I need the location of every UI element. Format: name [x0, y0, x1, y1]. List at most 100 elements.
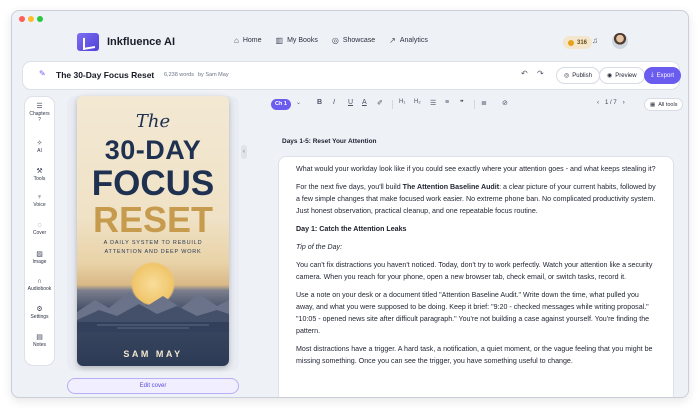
- italic-icon[interactable]: I: [333, 99, 335, 106]
- sidebar-item-label: Cover: [32, 230, 47, 236]
- heading1-icon[interactable]: H₁: [399, 99, 405, 105]
- bullet-list-icon[interactable]: ☰: [430, 99, 436, 107]
- nav-analytics[interactable]: ↗ Analytics: [389, 36, 428, 45]
- pencil-icon[interactable]: ✎: [39, 69, 46, 78]
- underline-icon[interactable]: U: [348, 99, 353, 106]
- nav-analytics-label: Analytics: [399, 37, 428, 44]
- help-icon[interactable]: ?: [25, 117, 54, 123]
- grid-icon: ▦: [650, 101, 656, 108]
- credits-badge[interactable]: 316: [563, 36, 593, 49]
- sidebar-item-label: Image: [32, 259, 47, 265]
- globe-icon: ◎: [331, 36, 339, 45]
- palette-icon: ◌: [37, 222, 42, 229]
- sidebar-item-settings[interactable]: ⚙ Settings: [25, 305, 54, 320]
- sidebar-item-voice[interactable]: ♆ Voice: [25, 194, 54, 208]
- nav-showcase-label: Showcase: [342, 37, 376, 44]
- chapter-selector[interactable]: Ch 1: [271, 99, 291, 110]
- sidebar-item-label: Voice: [33, 202, 46, 208]
- cover-title-the: The: [135, 111, 171, 132]
- quote-icon[interactable]: ❞: [460, 99, 464, 107]
- paragraph-text: For the next five days, you'll build: [296, 183, 403, 191]
- publish-label: Publish: [572, 72, 592, 79]
- edit-cover-button[interactable]: Edit cover: [67, 378, 239, 394]
- book-title[interactable]: The 30-Day Focus Reset: [56, 70, 154, 80]
- word-count: 6,238 words: [164, 72, 194, 78]
- tip-label[interactable]: Tip of the Day:: [296, 241, 658, 253]
- paragraph[interactable]: You can't fix distractions you haven't n…: [296, 259, 658, 283]
- day-heading[interactable]: Day 1: Catch the Attention Leaks: [296, 223, 658, 235]
- cover-mountains: [77, 292, 229, 332]
- preview-button[interactable]: ◉ Preview: [599, 67, 645, 84]
- book-logo-icon: [77, 33, 99, 51]
- minimize-window-button[interactable]: [28, 16, 34, 22]
- note-icon: ▤: [36, 334, 43, 341]
- numbered-list-icon[interactable]: ≡: [445, 99, 449, 106]
- brand[interactable]: Inkfluence AI: [77, 33, 175, 51]
- collapse-panel-handle[interactable]: ‹: [241, 145, 247, 159]
- nav-links: ⌂ Home ▥ My Books ◎ Showcase ↗ Analytics: [234, 36, 428, 45]
- maximize-window-button[interactable]: [37, 16, 43, 22]
- document-page[interactable]: What would your workday look like if you…: [278, 156, 674, 397]
- undo-icon[interactable]: ↶: [521, 69, 528, 78]
- nav-showcase[interactable]: ◎ Showcase: [332, 36, 375, 45]
- cover-title-30-day: 30-DAY: [104, 135, 202, 165]
- title-bar: [12, 11, 688, 25]
- sidebar-item-image[interactable]: ▨ Image: [25, 250, 54, 265]
- align-icon[interactable]: ≣: [481, 99, 487, 107]
- document-content: What would your workday look like if you…: [296, 163, 658, 373]
- sidebar-item-cover[interactable]: ◌ Cover: [25, 222, 54, 236]
- nav-my-books[interactable]: ▥ My Books: [276, 36, 318, 45]
- redo-icon[interactable]: ↷: [537, 69, 544, 78]
- export-label: Export: [656, 72, 674, 79]
- sidebar-item-label: Notes: [32, 342, 47, 348]
- app-window: Inkfluence AI ⌂ Home ▥ My Books ◎ Showca…: [11, 10, 689, 398]
- nav-home-label: Home: [242, 37, 262, 44]
- highlight-icon[interactable]: ✐: [377, 99, 383, 107]
- sidebar-item-notes[interactable]: ▤ Notes: [25, 333, 54, 348]
- previous-page-icon[interactable]: ‹: [597, 100, 599, 106]
- paragraph[interactable]: What would your workday look like if you…: [296, 163, 658, 175]
- publish-button[interactable]: ◎ Publish: [556, 67, 600, 84]
- eye-icon: ◉: [607, 73, 613, 79]
- paragraph[interactable]: For the next five days, you'll build The…: [296, 181, 658, 217]
- next-page-icon[interactable]: ›: [623, 100, 625, 106]
- tool-sidebar: ☰ Chapters ? ✧ AI ⚒ Tools ♆ Voice ◌ Cove…: [24, 96, 55, 366]
- download-icon: ⤓: [651, 72, 654, 78]
- cover-panel: The 30-DAY FOCUS RESET A DAILY SYSTEM TO…: [67, 96, 239, 371]
- gear-icon: ⚙: [36, 306, 43, 313]
- all-tools-button[interactable]: ▦ All tools: [644, 98, 684, 111]
- close-window-button[interactable]: [19, 16, 25, 22]
- nav-home[interactable]: ⌂ Home: [234, 36, 262, 45]
- editor-toolbar: Ch 1 ⌄ B I U A ✐ H₁ H₂ ☰ ≡ ❞ ≣ ⊘ ‹ 1 / 7…: [262, 96, 688, 114]
- preview-label: Preview: [615, 72, 637, 79]
- text-color-icon[interactable]: A: [362, 99, 367, 106]
- export-button[interactable]: ⤓ Export: [644, 67, 681, 84]
- page-navigator: ‹ 1 / 7 ›: [597, 100, 625, 106]
- avatar[interactable]: [612, 33, 628, 49]
- sidebar-item-label: AI: [37, 148, 42, 154]
- cover-author: SAM MAY: [123, 349, 183, 359]
- paragraph[interactable]: Most distractions have a trigger. A hard…: [296, 343, 658, 367]
- book-cover[interactable]: The 30-DAY FOCUS RESET A DAILY SYSTEM TO…: [77, 96, 229, 366]
- toolbar-divider: [474, 100, 475, 109]
- sidebar-item-ai[interactable]: ✧ AI: [25, 139, 54, 154]
- link-icon[interactable]: ⊘: [502, 99, 508, 107]
- sidebar-item-label: Audiobook: [27, 286, 52, 292]
- sidebar-item-audiobook[interactable]: ∩ Audiobook: [25, 278, 54, 292]
- sidebar-item-label: Settings: [30, 314, 49, 320]
- book-header: ✎ The 30-Day Focus Reset 6,238 words by …: [22, 61, 681, 90]
- sidebar-item-label: Tools: [33, 176, 46, 182]
- cover-title-focus: FOCUS: [91, 164, 215, 203]
- paragraph[interactable]: Use a note on your desk or a document ti…: [296, 289, 658, 337]
- bell-icon[interactable]: ♫: [592, 36, 598, 45]
- coin-icon: [568, 39, 574, 46]
- chevron-down-icon[interactable]: ⌄: [296, 99, 301, 106]
- sparkle-icon: ✧: [36, 140, 43, 147]
- credits-count: 316: [577, 39, 588, 46]
- bold-icon[interactable]: B: [317, 99, 322, 106]
- book-author: by Sam May: [198, 72, 229, 78]
- heading2-icon[interactable]: H₂: [414, 99, 421, 105]
- toolbar-divider: [392, 100, 393, 109]
- sidebar-item-tools[interactable]: ⚒ Tools: [25, 167, 54, 182]
- sidebar-item-chapters[interactable]: ☰ Chapters ?: [25, 102, 54, 123]
